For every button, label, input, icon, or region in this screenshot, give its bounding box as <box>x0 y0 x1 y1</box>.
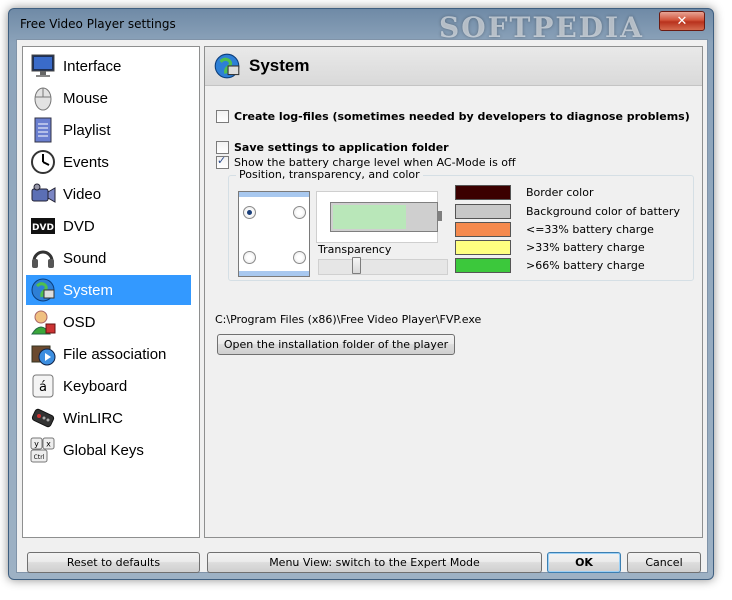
transparency-label: Transparency <box>318 243 392 256</box>
close-icon: ✕ <box>676 13 688 29</box>
sidebar-item-dvd[interactable]: DVD DVD <box>26 211 191 241</box>
window-title: Free Video Player settings <box>20 17 176 31</box>
background-color-swatch[interactable] <box>455 204 511 219</box>
create-log-label: Create log-files (sometimes needed by de… <box>234 110 690 123</box>
create-log-checkbox[interactable] <box>216 110 229 123</box>
dialog-client: Interface Mouse Playlist Events Video DV… <box>16 39 708 573</box>
osd-user-icon <box>28 308 58 336</box>
svg-text:á: á <box>39 380 47 395</box>
low-charge-color-label: <=33% battery charge <box>526 223 654 236</box>
battery-fill <box>333 205 406 229</box>
sidebar-item-system[interactable]: System <box>26 275 191 305</box>
save-settings-option[interactable]: Save settings to application folder <box>216 141 449 154</box>
svg-text:Ctrl: Ctrl <box>34 454 45 461</box>
playlist-icon <box>28 116 58 144</box>
sidebar-item-label: WinLIRC <box>63 409 124 427</box>
border-color-label: Border color <box>526 186 594 199</box>
mid-charge-color-label: >33% battery charge <box>526 241 645 254</box>
mid-charge-color-swatch[interactable] <box>455 240 511 255</box>
sidebar-item-interface[interactable]: Interface <box>26 51 191 81</box>
sidebar-item-video[interactable]: Video <box>26 179 191 209</box>
dvd-icon: DVD <box>28 212 58 240</box>
border-color-swatch[interactable] <box>455 185 511 200</box>
create-log-option[interactable]: Create log-files (sometimes needed by de… <box>216 110 690 123</box>
low-charge-color-swatch[interactable] <box>455 222 511 237</box>
position-top-left-radio[interactable] <box>243 206 256 219</box>
position-strip-bottom <box>239 271 309 276</box>
battery-group-label: Position, transparency, and color <box>236 168 423 181</box>
open-install-folder-button[interactable]: Open the installation folder of the play… <box>217 334 455 355</box>
section-header: System <box>205 47 702 86</box>
sidebar-item-label: Events <box>63 153 109 171</box>
battery-tip <box>437 211 442 221</box>
remote-control-icon <box>28 404 58 432</box>
battery-preview <box>316 191 442 243</box>
show-battery-checkbox[interactable] <box>216 154 229 169</box>
battery-icon <box>330 202 438 232</box>
sidebar-item-sound[interactable]: Sound <box>26 243 191 273</box>
sidebar-item-events[interactable]: Events <box>26 147 191 177</box>
high-charge-color-label: >66% battery charge <box>526 259 645 272</box>
sidebar-item-label: Global Keys <box>63 441 144 459</box>
keyboard-key-icon: á <box>28 372 58 400</box>
mouse-icon <box>28 84 58 112</box>
video-camera-icon <box>28 180 58 208</box>
position-top-right-radio[interactable] <box>293 206 306 219</box>
sidebar-item-label: Sound <box>63 249 107 267</box>
file-association-icon <box>28 340 58 368</box>
sidebar-item-global-keys[interactable]: y x Ctrl Global Keys <box>26 435 191 465</box>
clock-icon <box>28 148 58 176</box>
high-charge-color-swatch[interactable] <box>455 258 511 273</box>
position-bottom-right-radio[interactable] <box>293 251 306 264</box>
sidebar-item-label: OSD <box>63 313 96 331</box>
sidebar-item-keyboard[interactable]: á Keyboard <box>26 371 191 401</box>
headphones-icon <box>28 244 58 272</box>
save-settings-label: Save settings to application folder <box>234 141 449 154</box>
save-settings-checkbox[interactable] <box>216 141 229 154</box>
ok-button[interactable]: OK <box>547 552 621 573</box>
reset-defaults-button[interactable]: Reset to defaults <box>27 552 200 573</box>
position-bottom-left-radio[interactable] <box>243 251 256 264</box>
sidebar-item-file-association[interactable]: File association <box>26 339 191 369</box>
sidebar-item-label: Mouse <box>63 89 109 107</box>
sidebar-item-label: Interface <box>63 57 122 75</box>
system-globe-icon <box>212 51 242 81</box>
sidebar-item-label: File association <box>63 345 167 363</box>
transparency-slider-thumb[interactable] <box>352 257 361 274</box>
sidebar-item-label: DVD <box>63 217 95 235</box>
expert-mode-button[interactable]: Menu View: switch to the Expert Mode <box>207 552 542 573</box>
sidebar-item-mouse[interactable]: Mouse <box>26 83 191 113</box>
install-path: C:\Program Files (x86)\Free Video Player… <box>215 313 482 326</box>
transparency-slider[interactable] <box>318 259 448 275</box>
sidebar-item-osd[interactable]: OSD <box>26 307 191 337</box>
settings-window: Free Video Player settings SOFTPEDIA ✕ I… <box>8 8 714 580</box>
category-list: Interface Mouse Playlist Events Video DV… <box>22 46 200 538</box>
position-strip-top <box>239 192 309 197</box>
svg-text:x: x <box>46 440 51 449</box>
title-bar[interactable]: Free Video Player settings SOFTPEDIA ✕ <box>9 9 713 44</box>
sidebar-item-label: Playlist <box>63 121 111 139</box>
svg-text:y: y <box>34 440 39 449</box>
sidebar-item-winlirc[interactable]: WinLIRC <box>26 403 191 433</box>
close-button[interactable]: ✕ <box>659 11 705 31</box>
global-keys-icon: y x Ctrl <box>28 436 58 464</box>
section-title: System <box>249 56 310 75</box>
monitor-icon <box>28 52 58 80</box>
system-globe-icon <box>28 276 58 304</box>
sidebar-item-label: System <box>63 281 114 299</box>
position-selector <box>238 191 310 277</box>
sidebar-item-playlist[interactable]: Playlist <box>26 115 191 145</box>
sidebar-item-label: Video <box>63 185 102 203</box>
svg-text:DVD: DVD <box>32 223 54 233</box>
sidebar-item-label: Keyboard <box>63 377 128 395</box>
cancel-button[interactable]: Cancel <box>627 552 701 573</box>
background-color-label: Background color of battery <box>526 205 680 218</box>
settings-panel: System Create log-files (sometimes neede… <box>204 46 703 538</box>
